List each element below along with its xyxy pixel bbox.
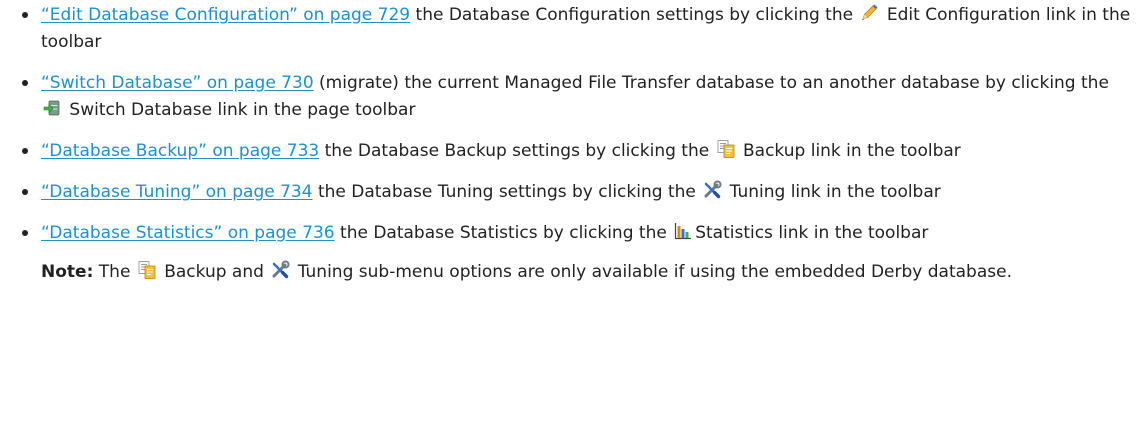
bullet-list: “Edit Database Configuration” on page 72… [22,2,1137,247]
list-item: “Edit Database Configuration” on page 72… [22,2,1137,56]
link-switch-database[interactable]: “Switch Database” on page 730 [41,73,314,93]
list-item: “Database Statistics” on page 736 the Da… [22,220,1137,247]
note-paragraph: Note: The Backup and Tuning sub-menu opt… [22,259,1137,286]
item-text: the Database Configuration settings by c… [410,5,859,25]
switch-database-icon [42,98,62,118]
backup-icon [716,139,736,159]
note-text: Backup and [158,262,270,282]
list-item: “Switch Database” on page 730 (migrate) … [22,70,1137,124]
tools-icon [702,180,722,200]
backup-icon [137,260,157,280]
note-text: The [93,262,136,282]
item-text: the Database Statistics by clicking the [334,223,673,243]
list-item: “Database Tuning” on page 734 the Databa… [22,179,1137,206]
item-text: Backup link in the toolbar [737,141,961,161]
note-label: Note: [41,262,94,282]
link-database-statistics[interactable]: “Database Statistics” on page 736 [41,223,335,243]
document-body: “Edit Database Configuration” on page 72… [0,0,1137,286]
link-database-backup[interactable]: “Database Backup” on page 733 [41,141,319,161]
note-text: Tuning sub-menu options are only availab… [292,262,1012,282]
item-text: the Database Backup settings by clicking… [319,141,715,161]
item-text: Switch Database link in the page toolbar [64,100,416,120]
pencil-icon [859,3,879,23]
link-edit-database-configuration[interactable]: “Edit Database Configuration” on page 72… [41,5,410,25]
item-text: (migrate) the current Managed File Trans… [313,73,1109,93]
list-item: “Database Backup” on page 733 the Databa… [22,138,1137,165]
item-text: Tuning link in the toolbar [724,182,941,202]
link-database-tuning[interactable]: “Database Tuning” on page 734 [41,182,313,202]
tools-icon [270,260,290,280]
statistics-icon [673,221,693,241]
item-text: the Database Tuning settings by clicking… [312,182,702,202]
item-text: Statistics link in the toolbar [695,223,929,243]
